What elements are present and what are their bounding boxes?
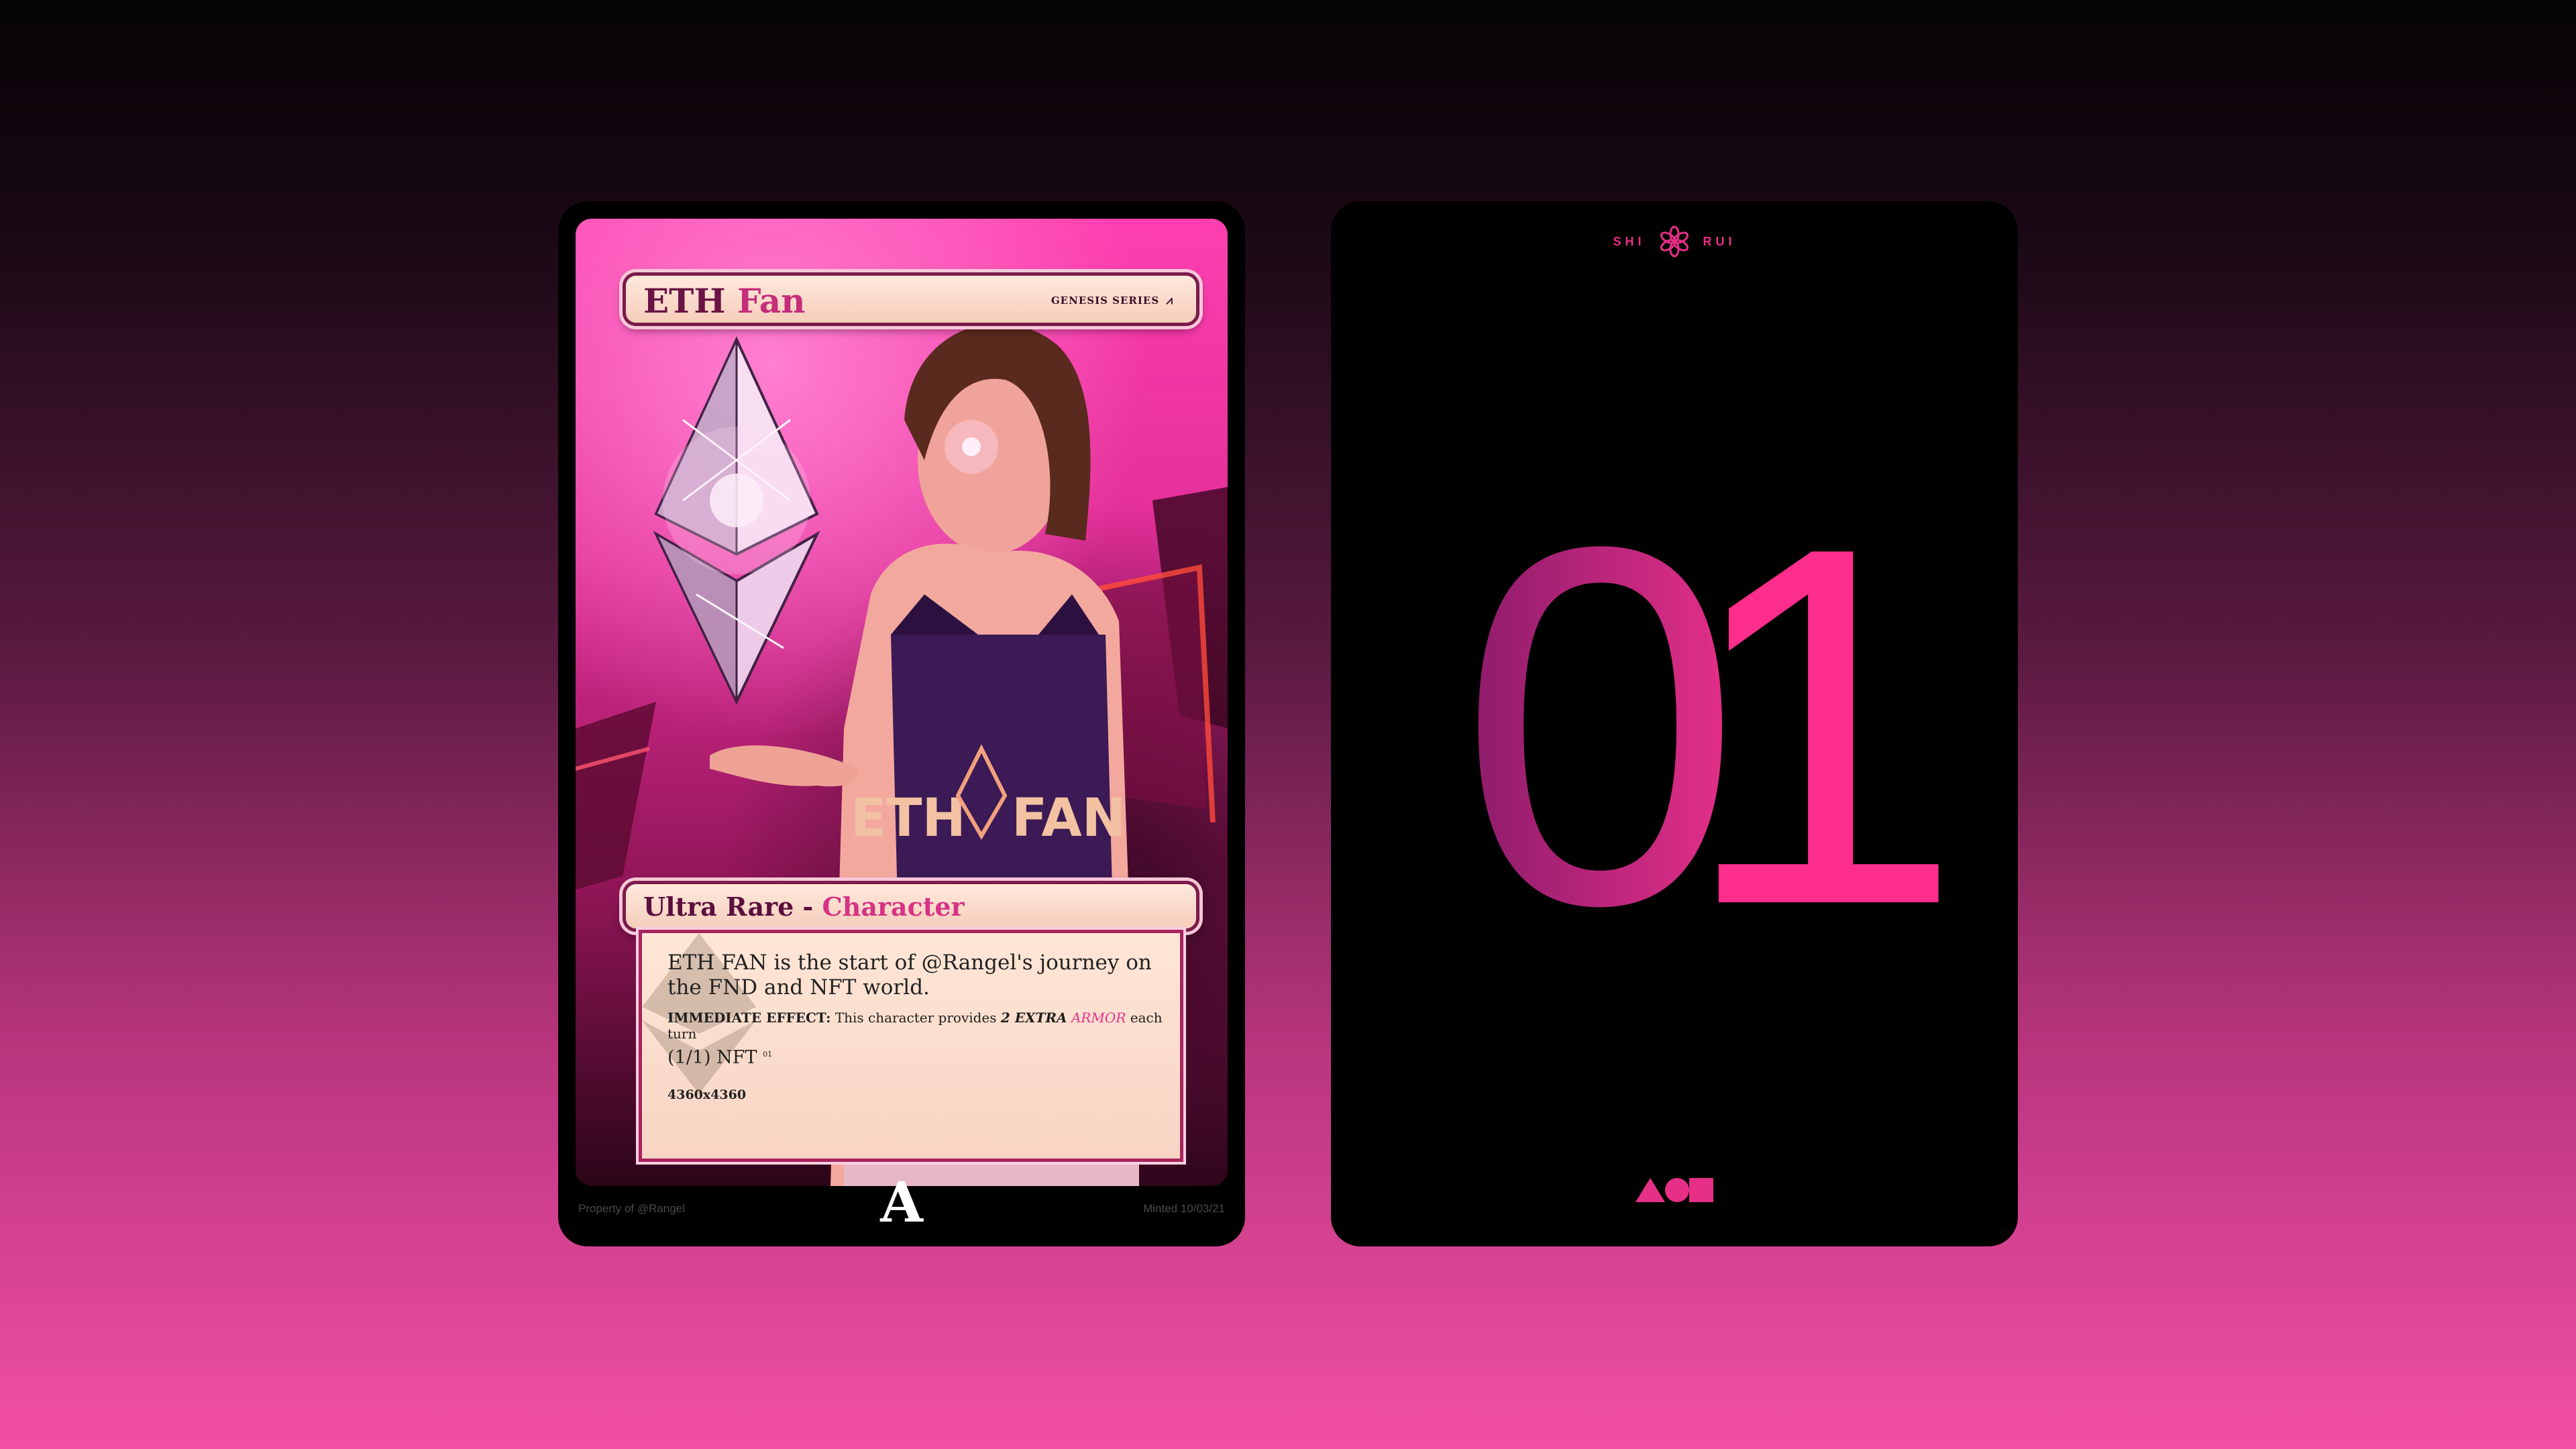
type-separator: -	[794, 892, 822, 922]
rarity-label: Ultra Rare	[643, 892, 794, 922]
svg-text:FAN: FAN	[1012, 788, 1126, 849]
dimensions-label: 4360x4360	[667, 1087, 747, 1102]
rules-textbox: ETH FAN is the start of @Rangel's journe…	[639, 930, 1183, 1162]
card-title-part2: Fan	[737, 281, 806, 321]
artist-logo-icon: A	[880, 1171, 923, 1235]
square-icon	[1689, 1178, 1713, 1202]
edition-number: 01	[763, 1050, 773, 1059]
card-number: 0 1	[1458, 441, 1964, 1011]
owner-label: Property of @Rangel	[578, 1202, 686, 1215]
effect-armor: ARMOR	[1071, 1010, 1126, 1026]
card-number-one: 1	[1680, 441, 1964, 1011]
back-card: SHI RUI 0 1	[1331, 201, 2018, 1246]
effect-text: IMMEDIATE EFFECT: This character provide…	[667, 1010, 1163, 1042]
type-line: Ultra Rare - Character	[643, 892, 965, 922]
card-description: ETH FAN is the start of @Rangel's journe…	[667, 951, 1152, 1000]
ethereum-crystal	[653, 336, 820, 705]
shape-icons	[1635, 1178, 1713, 1202]
card-title: ETH Fan	[643, 281, 806, 321]
shirt-text: ETH	[851, 788, 966, 849]
type-banner: Ultra Rare - Character	[623, 881, 1199, 932]
circle-icon	[1665, 1178, 1689, 1202]
series-logo-icon: ⩘	[1166, 294, 1173, 307]
series-label: GENESIS SERIES ⩘	[1051, 294, 1173, 307]
effect-extra: 2 EXTRA	[1000, 1010, 1067, 1026]
effect-label: IMMEDIATE EFFECT:	[667, 1010, 831, 1026]
card-title-part1: ETH	[643, 281, 726, 321]
title-banner: ETH Fan GENESIS SERIES ⩘	[623, 272, 1199, 326]
card-artwork: ETH FAN ETH Fan GENESIS SERIES ⩘ Ultra R…	[576, 219, 1228, 1186]
triangle-icon	[1635, 1178, 1665, 1202]
card-type-label: Character	[822, 892, 965, 922]
front-card: ETH FAN ETH Fan GENESIS SERIES ⩘ Ultra R…	[558, 201, 1245, 1246]
minted-date: Minted 10/03/21	[1143, 1202, 1225, 1215]
edition-label: (1/1) NFT 01	[667, 1047, 773, 1068]
